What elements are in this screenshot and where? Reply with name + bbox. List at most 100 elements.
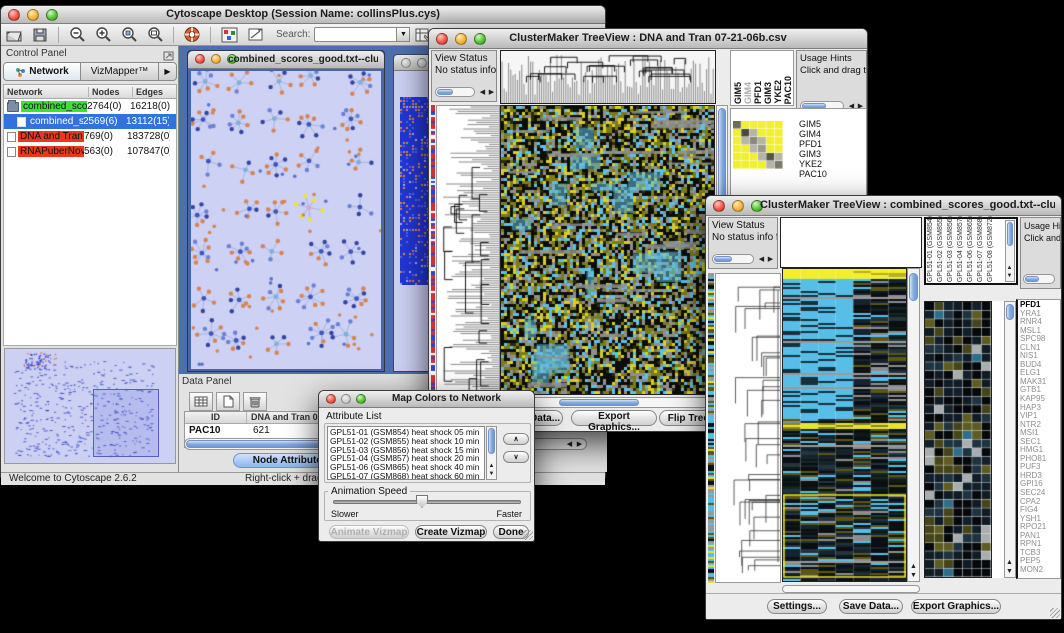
search-input[interactable]	[314, 27, 396, 42]
gene-label[interactable]: PFD1	[1020, 301, 1060, 310]
column-label[interactable]: PFD1	[753, 81, 763, 104]
zoom-fit-icon[interactable]	[144, 25, 166, 44]
gene-label[interactable]: BUD4	[1020, 361, 1060, 370]
column-label[interactable]: PAC10	[783, 76, 793, 104]
tv2-title-bar[interactable]: ClusterMaker TreeView : combined_scores_…	[706, 196, 1061, 216]
gene-label[interactable]: RPN1	[1020, 540, 1060, 549]
gene-label[interactable]: SEC1	[1020, 438, 1060, 447]
gene-label[interactable]: RNR4	[1020, 318, 1060, 327]
scroll-left-icon[interactable]: ◀	[757, 256, 766, 264]
tv2-overview-heatmap[interactable]	[782, 268, 907, 582]
column-label[interactable]: GIM5	[733, 82, 743, 104]
close-icon[interactable]	[326, 394, 336, 404]
gene-label[interactable]: YKE2	[799, 159, 827, 169]
gene-label[interactable]: PEP5	[1020, 557, 1060, 566]
gene-label[interactable]: GIM5	[799, 119, 827, 129]
id-column-header[interactable]: ID	[185, 412, 247, 423]
network-table-header[interactable]: Network Nodes Edges	[4, 85, 176, 99]
network-overview-panel[interactable]	[4, 348, 176, 464]
column-label[interactable]: GPL51-04 (GSM857)	[957, 216, 967, 282]
column-label[interactable]: GPL51-03 (GSM856)	[947, 216, 957, 282]
hscroll-thumb[interactable]	[559, 399, 639, 406]
tv1-heatmap[interactable]	[500, 105, 715, 395]
gene-label[interactable]: GIM4	[799, 129, 827, 139]
hscroll-thumb[interactable]	[1025, 276, 1039, 282]
gene-label[interactable]: SPC98	[1020, 335, 1060, 344]
minimize-icon[interactable]	[27, 9, 39, 21]
column-label[interactable]: GPL51-08 (GSM872)	[987, 216, 997, 282]
save-session-icon[interactable]	[29, 25, 51, 44]
tv2-hscrollbar[interactable]	[782, 585, 920, 593]
scroll-right-icon[interactable]: ▶	[487, 89, 496, 97]
gene-label[interactable]: PAC10	[799, 169, 827, 179]
close-icon[interactable]	[8, 9, 20, 21]
summary-heatmap-canvas[interactable]	[733, 121, 783, 169]
gene-label[interactable]: NTR2	[1020, 421, 1060, 430]
network-row[interactable]: RNAPuberNov2+| 563(0) 107847(0)	[4, 144, 176, 159]
hscroll-thumb[interactable]	[714, 256, 732, 262]
create-vizmap-button[interactable]: Create Vizmap	[415, 525, 487, 539]
gene-label[interactable]: GTB1	[1020, 386, 1060, 395]
annotation-icon[interactable]	[244, 25, 266, 44]
minimize-icon[interactable]	[455, 33, 467, 45]
scroll-up-icon[interactable]: ▲	[909, 563, 918, 571]
open-network-icon[interactable]	[3, 25, 25, 44]
scroll-left-icon[interactable]: ◀	[478, 89, 487, 97]
vscroll-thumb[interactable]	[1007, 222, 1013, 246]
tab-overflow-arrow[interactable]: ▶	[159, 62, 177, 81]
dialog-title-bar[interactable]: Map Colors to Network	[319, 391, 534, 408]
gene-label[interactable]: PUF3	[1020, 463, 1060, 472]
scroll-right-icon[interactable]: ▶	[575, 441, 584, 449]
zoom-in-icon[interactable]	[92, 25, 114, 44]
gene-label[interactable]: ELG1	[1020, 369, 1060, 378]
close-icon[interactable]	[195, 54, 205, 64]
tv2-status-hscrollbar[interactable]	[712, 254, 754, 264]
zoom-selected-icon[interactable]	[118, 25, 140, 44]
network-window1-title-bar[interactable]: combined_scores_good.txt--cluste...	[188, 51, 384, 69]
gene-label[interactable]: GPI16	[1020, 480, 1060, 489]
vscroll-thumb[interactable]	[909, 273, 918, 301]
tv2-labels-vscrollbar[interactable]: ▲ ▼	[1005, 220, 1015, 282]
overview-viewport-rect[interactable]	[93, 389, 159, 457]
gene-label[interactable]: HMG1	[1020, 446, 1060, 455]
move-down-button[interactable]: ∨	[503, 451, 529, 463]
zoom-out-icon[interactable]	[66, 25, 88, 44]
tv2-row-dendrogram[interactable]	[715, 273, 781, 583]
tab-vizmapper[interactable]: VizMapper™	[81, 62, 159, 81]
gene-label[interactable]: CLN1	[1020, 344, 1060, 353]
export-graphics-button[interactable]: Export Graphics...	[571, 410, 657, 426]
network1-canvas[interactable]	[191, 71, 381, 369]
col-header-nodes[interactable]: Nodes	[89, 87, 133, 97]
column-label[interactable]: GPL51-07 (GSM868)	[977, 216, 987, 282]
zoom-window-icon[interactable]	[356, 394, 366, 404]
col-header-network[interactable]: Network	[4, 87, 89, 97]
zoom-window-icon[interactable]	[474, 33, 486, 45]
close-icon[interactable]	[401, 58, 411, 68]
network2-canvas[interactable]	[400, 97, 430, 285]
close-icon[interactable]	[436, 33, 448, 45]
minimize-icon[interactable]	[417, 58, 427, 68]
gene-label[interactable]: VIP1	[1020, 412, 1060, 421]
resize-grip[interactable]	[523, 530, 533, 540]
gene-label[interactable]: PHO81	[1020, 455, 1060, 464]
close-icon[interactable]	[713, 200, 725, 212]
scroll-right-icon[interactable]: ▶	[766, 256, 775, 264]
network-row[interactable]: combined_scores 2764(0) 16218(0)	[4, 99, 176, 114]
animate-vizmap-button[interactable]: Animate Vizmap	[329, 525, 409, 539]
vscroll-thumb[interactable]	[488, 428, 495, 454]
column-label[interactable]: GIM4	[743, 82, 753, 104]
tv1-status-hscrollbar[interactable]	[435, 87, 475, 97]
gene-label[interactable]: PAN1	[1020, 532, 1060, 541]
zoom-window-icon[interactable]	[46, 9, 58, 21]
scroll-down-icon[interactable]: ▼	[1005, 272, 1014, 280]
hscroll-thumb[interactable]	[437, 89, 453, 95]
column-label[interactable]: GIM3	[763, 82, 773, 104]
minimize-icon[interactable]	[732, 200, 744, 212]
gene-label[interactable]: MSL1	[1020, 327, 1060, 336]
move-up-button[interactable]: ∧	[503, 433, 529, 445]
vscroll-thumb[interactable]	[1006, 304, 1014, 320]
column-label[interactable]: YKE2	[773, 80, 783, 104]
tv2-hints-hscrollbar[interactable]	[1023, 274, 1055, 284]
network-row[interactable]: DNA and Tran 07 769(0) 183728(0)	[4, 129, 176, 144]
tv1-row-dendrogram[interactable]	[436, 105, 500, 395]
